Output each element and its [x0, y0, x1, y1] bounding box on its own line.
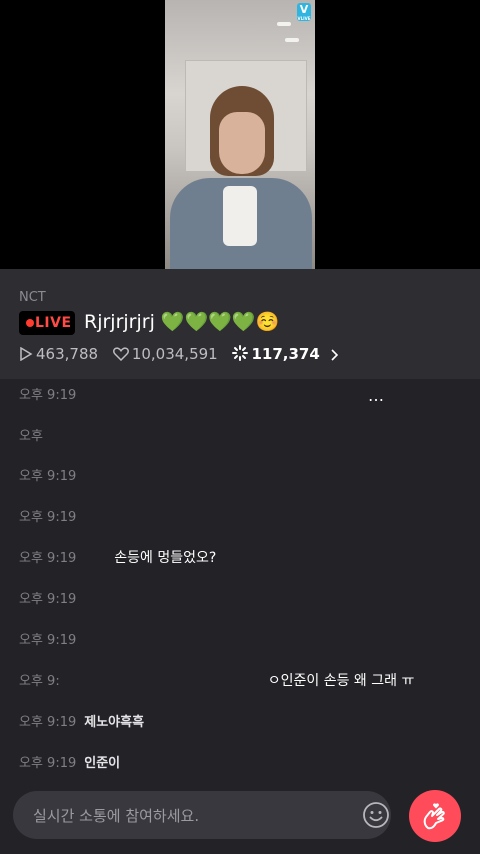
- chat-more-icon[interactable]: …: [368, 386, 385, 405]
- chat-message: 오후 9: ㅇ인준이 손등 왜 그래 ㅠ: [19, 670, 414, 692]
- channel-name[interactable]: NCT: [19, 290, 46, 305]
- chat-message: 오후 9:19 손등에 멍들었오?: [19, 547, 216, 569]
- streamer-shirt: [223, 186, 257, 246]
- vlive-logo: V VLIVE: [297, 3, 311, 21]
- play-count: 463,788: [19, 345, 98, 363]
- chat-message: 오후 9:19: [19, 629, 84, 651]
- emoji-icon[interactable]: [362, 801, 390, 829]
- chat-time: 오후 9:19: [19, 592, 77, 607]
- chat-message: 오후: [19, 425, 51, 447]
- stream-stats[interactable]: 463,788 10,034,591 117,374: [19, 344, 352, 364]
- chat-text: ㅇ인준이 손등 왜 그래 ㅠ: [267, 673, 415, 689]
- heart-icon: [112, 346, 129, 361]
- chat-nick[interactable]: 인준이: [84, 756, 120, 771]
- chat-time: 오후 9:19: [19, 551, 77, 566]
- like-count: 10,034,591: [112, 344, 218, 363]
- ceiling-light: [277, 22, 291, 26]
- finger-heart-icon: [423, 803, 445, 830]
- streamer-face: [219, 112, 265, 174]
- chat-time: 오후 9:19: [19, 510, 77, 525]
- chat-input[interactable]: 실시간 소통에 참여하세요.: [13, 791, 391, 839]
- chat-message: 오후 9:19 인준이: [19, 752, 120, 774]
- viewer-count: 117,374: [232, 344, 342, 363]
- chat-time: 오후 9:19: [19, 715, 77, 730]
- chat-input-placeholder: 실시간 소통에 참여하세요.: [33, 807, 200, 825]
- chevron-right-icon[interactable]: [329, 348, 339, 361]
- play-count-value: 463,788: [36, 344, 99, 363]
- chat-nick[interactable]: 제노야흑흑: [84, 715, 144, 730]
- chat-time: 오후 9:19: [19, 388, 77, 403]
- chat-message: 오후 9:19: [19, 506, 84, 528]
- ceiling-light: [285, 38, 299, 42]
- chat-time: 오후 9:19: [19, 633, 77, 648]
- live-badge-label: LIVE: [35, 315, 72, 331]
- play-icon: [20, 346, 33, 361]
- chat-text: 손등에 멍들었오?: [114, 550, 217, 566]
- viewers-icon: [232, 344, 249, 361]
- chat-time: 오후: [19, 429, 43, 444]
- chat-message: 오후 9:19 제노야흑흑: [19, 711, 144, 733]
- viewer-count-value: 117,374: [251, 344, 320, 363]
- video-frame: V VLIVE: [165, 0, 315, 269]
- chat-time: 오후 9:: [19, 674, 60, 689]
- like-count-value: 10,034,591: [131, 344, 218, 363]
- stream-title: Rjrjrjrjrj 💚💚💚💚☺️: [84, 311, 280, 333]
- chat-time: 오후 9:19: [19, 756, 77, 771]
- live-badge: LIVE: [19, 311, 75, 335]
- video-player[interactable]: V VLIVE: [0, 0, 480, 269]
- chat-message: 오후 9:19: [19, 384, 84, 406]
- chat-message: 오후 9:19: [19, 465, 84, 487]
- chat-message: 오후 9:19: [19, 588, 84, 610]
- finger-heart-button[interactable]: [409, 790, 461, 842]
- chat-time: 오후 9:19: [19, 469, 77, 484]
- live-dot-icon: [26, 319, 34, 327]
